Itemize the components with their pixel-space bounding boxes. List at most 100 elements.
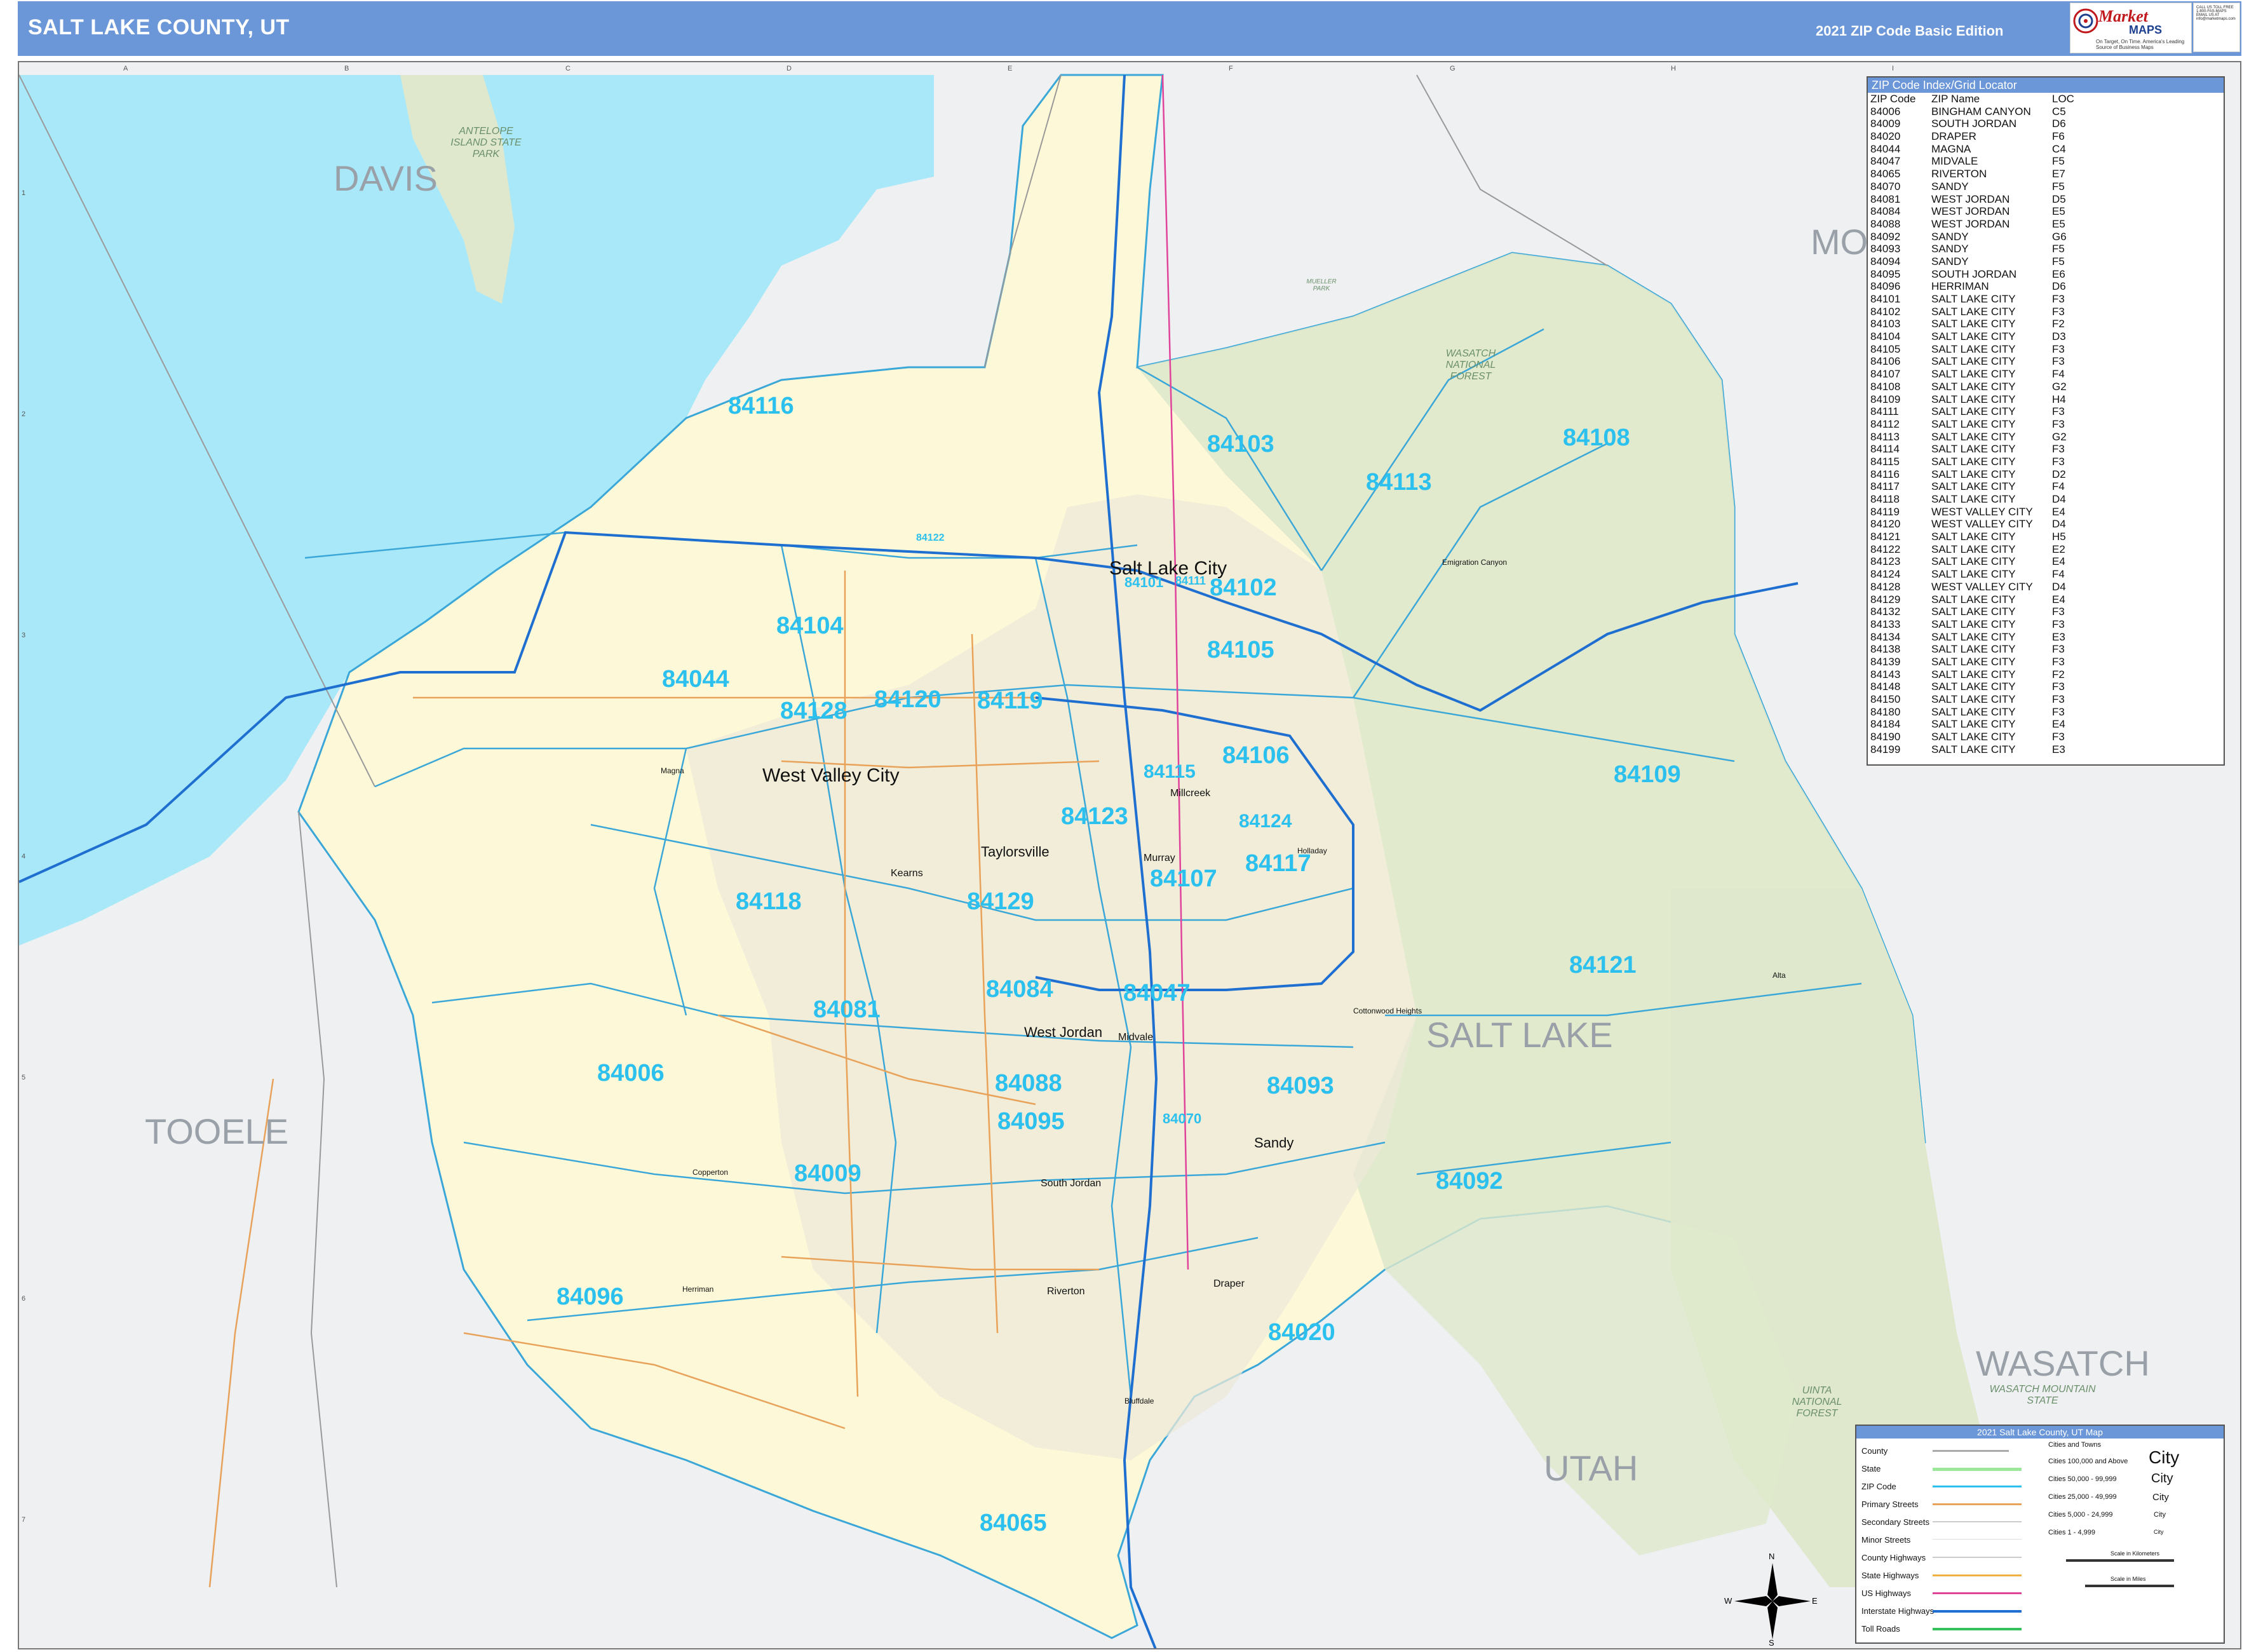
zip-index-cell: F3 xyxy=(2052,355,2065,368)
zip-label: 84116 xyxy=(728,393,794,419)
forest-uinta xyxy=(1385,1206,1798,1555)
zip-index-row: 84184 SALT LAKE CITY E4 xyxy=(1870,718,2221,731)
zip-index-cell: SALT LAKE CITY xyxy=(1931,468,2016,480)
zip-label: 84065 xyxy=(980,1510,1047,1536)
zip-index-cell: D6 xyxy=(2052,118,2066,130)
zip-index-cell: E6 xyxy=(2052,267,2065,280)
zip-index-row: 84180 SALT LAKE CITY F3 xyxy=(1870,706,2221,719)
zip-label: 84108 xyxy=(1563,424,1630,451)
grid-letter: F xyxy=(1229,65,1233,72)
zip-index-cell: E2 xyxy=(2052,543,2065,555)
zip-index-cell: D4 xyxy=(2052,518,2066,531)
zip-index-row: 84117 SALT LAKE CITY F4 xyxy=(1870,480,2221,493)
zip-label: 84106 xyxy=(1222,742,1290,769)
zip-index-cell: 84006 xyxy=(1870,105,1901,118)
zip-index-cell: RIVERTON xyxy=(1931,168,1987,180)
zip-index-row: 84124 SALT LAKE CITY F4 xyxy=(1870,568,2221,581)
zip-index-row: 84088 WEST JORDAN E5 xyxy=(1870,218,2221,231)
compass-n: N xyxy=(1769,1552,1775,1561)
zip-index-cell: E3 xyxy=(2052,630,2065,643)
zip-index-cell: SALT LAKE CITY xyxy=(1931,668,2016,680)
zip-index-cell: D4 xyxy=(2052,493,2066,505)
legend-item-state: State xyxy=(1861,1464,1881,1473)
legend-swatch-county xyxy=(1933,1450,2009,1452)
zip-index-cell: G2 xyxy=(2052,430,2067,443)
zip-label: 84120 xyxy=(874,686,942,713)
county-line xyxy=(298,811,337,1588)
zip-label: 84122 xyxy=(916,532,945,543)
zip-index-cell: 84180 xyxy=(1870,705,1901,718)
grid-number: 2 xyxy=(22,410,26,418)
zip-index-row: 84138 SALT LAKE CITY F3 xyxy=(1870,643,2221,656)
city-label-holladay: Holladay xyxy=(1297,846,1327,855)
zip-index-cell: D4 xyxy=(2052,580,2066,593)
zip-index-cell: SALT LAKE CITY xyxy=(1931,531,2016,543)
legend-item-primary: Primary Streets xyxy=(1861,1500,1919,1509)
zip-index-cell: H4 xyxy=(2052,393,2066,405)
zip-index-body: ZIP Code ZIP Name LOC 84006 BINGHAM CANYO… xyxy=(1868,93,2224,755)
zip-index-cell: E4 xyxy=(2052,593,2065,606)
zip-index-row: 84105 SALT LAKE CITY F3 xyxy=(1870,343,2221,356)
zip-index-cell: 84148 xyxy=(1870,680,1901,693)
legend-swatch-us-hwy xyxy=(1933,1592,2022,1594)
city-label-sandy: Sandy xyxy=(1254,1135,1294,1151)
zip-index-row: 84101 SALT LAKE CITY F3 xyxy=(1870,293,2221,306)
legend-item-us-hwy: US Highways xyxy=(1861,1588,1912,1598)
park-label-wasatch-mountain: WASATCH MOUNTAIN STATE xyxy=(1989,1384,2096,1406)
legend-scale-bar-km xyxy=(2066,1559,2174,1562)
zip-index-cell: E4 xyxy=(2052,505,2065,518)
zip-index-row: 84133 SALT LAKE CITY F3 xyxy=(1870,618,2221,631)
city-label-murray: Murray xyxy=(1144,853,1175,863)
zip-index-cell: F3 xyxy=(2052,643,2065,656)
zip-index-cell: F3 xyxy=(2052,305,2065,318)
grid-number: 6 xyxy=(22,1295,26,1303)
zip-index-cell: WEST JORDAN xyxy=(1931,205,2010,218)
compass-e: E xyxy=(1812,1596,1818,1606)
zip-index-title: ZIP Code Index/Grid Locator xyxy=(1868,78,2224,93)
zip-index-cell: SANDY xyxy=(1931,243,1969,255)
zip-index-cell: SALT LAKE CITY xyxy=(1931,493,2016,505)
zip-index-cell: SALT LAKE CITY xyxy=(1931,330,2016,343)
zip-index-cell: 84184 xyxy=(1870,718,1901,731)
grid-number: 5 xyxy=(22,1074,26,1081)
logo-tagline: On Target, On Time. America's Leading So… xyxy=(2096,39,2185,50)
zip-index-cell: 84093 xyxy=(1870,243,1901,255)
zip-index-cell: SALT LAKE CITY xyxy=(1931,393,2016,405)
zip-index-cell: SALT LAKE CITY xyxy=(1931,305,2016,318)
zip-index-row: 84093 SANDY F5 xyxy=(1870,243,2221,255)
zip-index-cell: C4 xyxy=(2052,142,2066,155)
grid-letter: I xyxy=(1892,65,1894,72)
zip-index-cell: SALT LAKE CITY xyxy=(1931,568,2016,581)
edition-label: 2021 ZIP Code Basic Edition xyxy=(1816,23,2004,39)
zip-index-cell: 84106 xyxy=(1870,355,1901,368)
zip-index-cell: E4 xyxy=(2052,555,2065,568)
city-label-millcreek: Millcreek xyxy=(1170,788,1211,799)
county-label-davis: DAVIS xyxy=(334,158,438,198)
zip-index-cell: 84111 xyxy=(1870,405,1899,418)
zip-index-row: 84095 SOUTH JORDAN E6 xyxy=(1870,268,2221,281)
zip-index-cell: SALT LAKE CITY xyxy=(1931,430,2016,443)
zip-index-cell: SALT LAKE CITY xyxy=(1931,743,2016,755)
county-label-wasatch: WASATCH xyxy=(1976,1343,2150,1383)
zip-index-cell: SALT LAKE CITY xyxy=(1931,455,2016,468)
zip-index-cell: SOUTH JORDAN xyxy=(1931,267,2017,280)
zip-index-cell: 84116 xyxy=(1870,468,1900,480)
zip-index-cell: 84101 xyxy=(1870,293,1901,305)
zip-index-cell: HERRIMAN xyxy=(1931,280,1989,293)
legend-item-county: County xyxy=(1861,1446,1888,1456)
legend-swatch-primary xyxy=(1933,1503,2022,1505)
zip-label: 84103 xyxy=(1207,431,1274,457)
zip-index-row: 84106 SALT LAKE CITY F3 xyxy=(1870,355,2221,368)
legend-swatch-secondary xyxy=(1933,1521,2022,1522)
zip-index-cell: D2 xyxy=(2052,468,2066,480)
zip-index-row: 84047 MIDVALE F5 xyxy=(1870,155,2221,168)
zip-index-cell: SALT LAKE CITY xyxy=(1931,731,2016,743)
county-label-salt-lake: SALT LAKE xyxy=(1426,1015,1613,1055)
zip-index-row: 84129 SALT LAKE CITY E4 xyxy=(1870,593,2221,606)
zip-index-cell: F5 xyxy=(2052,255,2065,267)
legend-swatch-minor xyxy=(1933,1539,2022,1540)
zip-label: 84020 xyxy=(1268,1319,1335,1346)
zip-index-row: 84020 DRAPER F6 xyxy=(1870,130,2221,143)
zip-index-cell: H5 xyxy=(2052,531,2066,543)
zip-index-cell: 84133 xyxy=(1870,618,1901,630)
